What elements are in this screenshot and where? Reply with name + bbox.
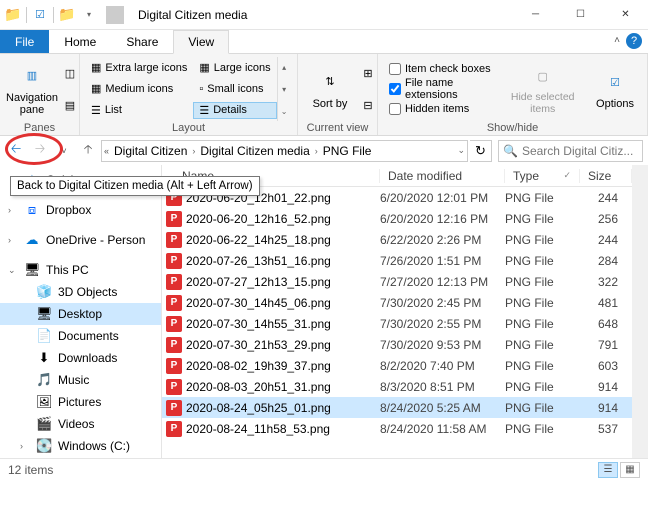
file-row[interactable]: P2020-07-27_12h13_15.png7/27/2020 12:13 … [162,271,632,292]
sidebar-item-downloads[interactable]: ⬇Downloads [0,347,161,369]
png-file-icon: P [166,421,182,437]
minimize-button[interactable]: ─ [513,0,558,30]
file-row[interactable]: P2020-07-30_21h53_29.png7/30/2020 9:53 P… [162,334,632,355]
view-details-icon[interactable]: ☰ [598,462,618,478]
search-icon: 🔍 [503,144,518,158]
help-icon[interactable]: ? [626,33,642,49]
file-row[interactable]: P2020-07-26_13h51_16.png7/26/2020 1:51 P… [162,250,632,271]
ribbon: ▥ Navigation pane ◫ ▤ Panes ▦Extra large… [0,54,648,136]
tab-home[interactable]: Home [49,30,111,53]
options-button[interactable]: ☑ Options [588,57,642,121]
layout-medium[interactable]: ▦Medium icons [85,80,193,97]
item-check-boxes[interactable]: Item check boxes [387,59,493,79]
back-button[interactable]: 🡠 [5,140,27,162]
png-file-icon: P [166,337,182,353]
file-row[interactable]: P2020-08-02_19h39_37.png8/2/2020 7:40 PM… [162,355,632,376]
hide-selected-button[interactable]: ▢ Hide selected items [497,57,588,121]
sidebar-item-desktop[interactable]: 🖥Desktop [0,303,161,325]
column-date[interactable]: Date modified [380,169,505,183]
back-tooltip: Back to Digital Citizen media (Alt + Lef… [10,176,260,196]
file-row[interactable]: P2020-06-22_14h25_18.png6/22/2020 2:26 P… [162,229,632,250]
file-row[interactable]: P2020-06-20_12h16_52.png6/20/2020 12:16 … [162,208,632,229]
sidebar-dropbox[interactable]: ›⧈Dropbox [0,199,161,221]
folder-icon: 📁 [4,6,22,24]
layout-large[interactable]: ▦Large icons [193,59,276,76]
hide-selected-icon: ▢ [529,62,557,90]
png-file-icon: P [166,295,182,311]
scrollbar[interactable] [632,165,648,458]
sidebar-item-3d-objects[interactable]: 🧊3D Objects [0,281,161,303]
sort-icon: ⇅ [316,68,344,96]
tab-share[interactable]: Share [111,30,173,53]
png-file-icon: P [166,400,182,416]
maximize-button[interactable]: ☐ [558,0,603,30]
file-row[interactable]: P2020-07-30_14h45_06.png7/30/2020 2:45 P… [162,292,632,313]
sort-by-button[interactable]: ⇅ Sort by [303,57,357,121]
sidebar-onedrive[interactable]: ›☁OneDrive - Person [0,229,161,251]
png-file-icon: P [166,358,182,374]
file-name-extensions[interactable]: File name extensions [387,79,493,99]
title-bar: 📁 ☑ 📁 ▾ Digital Citizen media ─ ☐ ✕ [0,0,648,30]
png-file-icon: P [166,211,182,227]
png-file-icon: P [166,316,182,332]
address-bar: 🡠 🡢 ˅ 🡡 « Digital Citizen› Digital Citiz… [0,136,648,165]
layout-small[interactable]: ▫Small icons [193,81,276,97]
view-thumbnails-icon[interactable]: ▦ [620,462,640,478]
column-size[interactable]: Size [580,169,632,183]
breadcrumb-root-icon[interactable]: « [104,146,109,156]
folder-icon: 📁 [58,6,76,24]
options-icon: ☑ [601,68,629,96]
up-button[interactable]: 🡡 [77,140,99,162]
png-file-icon: P [166,253,182,269]
file-row[interactable]: P2020-07-30_14h55_31.png7/30/2020 2:55 P… [162,313,632,334]
add-columns-button[interactable]: ⊞ [357,63,379,84]
png-file-icon: P [166,379,182,395]
sidebar-item-videos[interactable]: 🎬Videos [0,413,161,435]
sidebar-item-music[interactable]: 🎵Music [0,369,161,391]
refresh-button[interactable]: ↻ [470,140,492,162]
navigation-sidebar: ★Quick access ›⧈Dropbox ›☁OneDrive - Per… [0,165,162,458]
size-columns-button[interactable]: ⊟ [357,95,379,116]
breadcrumb-dropdown[interactable]: ⌄ [457,145,465,156]
layout-list[interactable]: ☰List [85,102,193,119]
search-box[interactable]: 🔍 Search Digital Citiz... [498,140,643,162]
recent-locations-button[interactable]: ˅ [53,140,75,162]
collapse-ribbon-icon[interactable]: ˄ [614,35,620,46]
hidden-items[interactable]: Hidden items [387,99,493,119]
file-list: P2020-06-20_12h01_22.png6/20/2020 12:01 … [162,187,632,439]
breadcrumb[interactable]: « Digital Citizen› Digital Citizen media… [101,140,468,162]
file-row[interactable]: P2020-08-03_20h51_31.png8/3/2020 8:51 PM… [162,376,632,397]
sidebar-item-documents[interactable]: 📄Documents [0,325,161,347]
sidebar-this-pc[interactable]: ⌄🖥This PC [0,259,161,281]
navigation-pane-button[interactable]: ▥ Navigation pane [5,57,59,121]
layout-expand[interactable]: ⌄ [278,101,291,121]
close-button[interactable]: ✕ [603,0,648,30]
qat-dropdown-icon[interactable]: ▾ [80,6,98,24]
status-bar: 12 items ☰ ▦ [0,458,648,480]
preview-pane-button[interactable]: ◫ [59,63,81,84]
file-row[interactable]: P2020-08-24_05h25_01.png8/24/2020 5:25 A… [162,397,632,418]
layout-details[interactable]: ☰Details [193,102,276,119]
layout-scroll-up[interactable]: ▴ [278,57,291,77]
ribbon-tabs: File Home Share View ˄ ? [0,30,648,54]
item-count: 12 items [8,463,53,477]
quickaccess-pin-icon[interactable]: ☑ [31,6,49,24]
png-file-icon: P [166,274,182,290]
forward-button[interactable]: 🡢 [29,140,51,162]
sidebar-item-windows-c-[interactable]: ›💽Windows (C:) [0,435,161,457]
file-row[interactable]: P2020-08-24_11h58_53.png8/24/2020 11:58 … [162,418,632,439]
navigation-pane-icon: ▥ [18,62,46,90]
column-type[interactable]: Type✓ [505,169,580,183]
window-title: Digital Citizen media [132,8,513,22]
png-file-icon: P [166,232,182,248]
tab-view[interactable]: View [173,30,229,54]
layout-extra-large[interactable]: ▦Extra large icons [85,59,193,76]
tab-file[interactable]: File [0,30,49,53]
layout-scroll-down[interactable]: ▾ [278,79,291,99]
sidebar-item-pictures[interactable]: 🖼Pictures [0,391,161,413]
details-pane-button[interactable]: ▤ [59,95,81,116]
